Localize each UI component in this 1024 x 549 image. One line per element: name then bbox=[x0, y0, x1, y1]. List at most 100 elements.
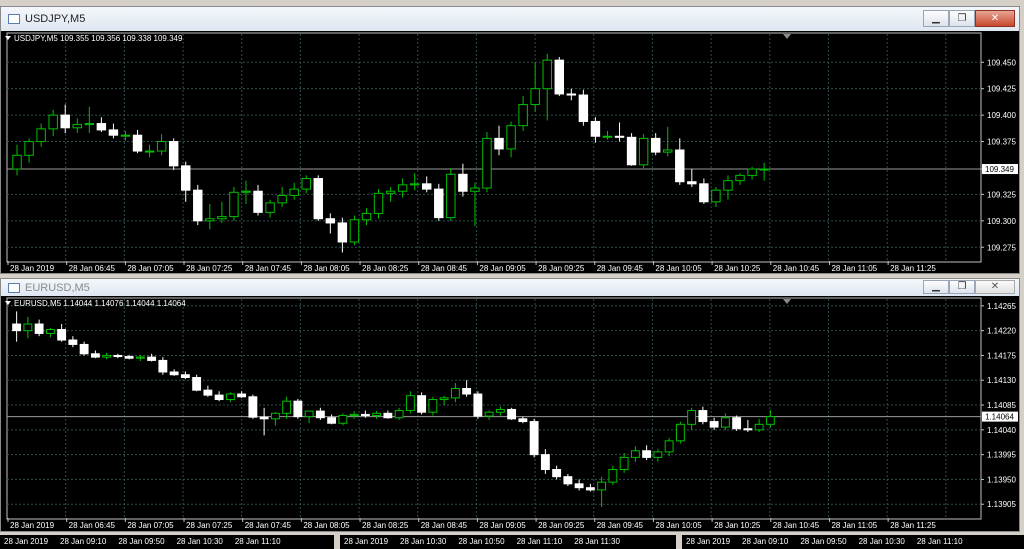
bull-candle-body bbox=[289, 188, 299, 196]
bull-candle-body bbox=[747, 168, 757, 176]
bull-candle-body bbox=[735, 174, 745, 182]
bull-candle-body bbox=[349, 413, 359, 417]
bear-candle-body bbox=[473, 393, 483, 417]
bull-candle-body bbox=[675, 423, 685, 442]
chart-window-eurusd[interactable]: EURUSD,M5 ▁ ❐ ✕ 1.14265 1.14220 1.14175 1.1… bbox=[0, 278, 1020, 532]
minimized-windows-bar: 28 Jan 2019 28 Jan 09:10 28 Jan 09:50 28 Ja… bbox=[0, 533, 1024, 549]
minimize-button[interactable]: ▁ bbox=[923, 10, 949, 27]
bear-candle-body bbox=[585, 487, 595, 491]
titlebar-usdjpy[interactable]: USDJPY,M5 ▁ ❐ ✕ bbox=[1, 7, 1019, 31]
x-tick-label: 28 Jan 10:45 bbox=[773, 264, 820, 273]
bear-candle-body bbox=[518, 418, 528, 423]
y-tick-label: 1.13950 bbox=[987, 475, 1016, 484]
bear-candle-body bbox=[687, 181, 697, 185]
x-tick-label: 28 Jan 09:25 bbox=[538, 264, 585, 273]
bull-candle-body bbox=[23, 323, 33, 332]
bull-candle-body bbox=[304, 410, 314, 418]
bull-candle-body bbox=[205, 218, 215, 222]
chart-header-quote: EURUSD,M5 1.14044 1.14076 1.14044 1.1406… bbox=[14, 299, 186, 308]
close-button[interactable]: ✕ bbox=[975, 280, 1015, 294]
bear-candle-body bbox=[79, 343, 89, 355]
restore-button[interactable]: ❐ bbox=[949, 10, 975, 27]
x-tick-label: 28 Jan 10:25 bbox=[714, 521, 761, 530]
bear-candle-body bbox=[203, 389, 213, 396]
bull-candle-body bbox=[270, 412, 280, 420]
bull-candle-body bbox=[653, 451, 663, 458]
bull-candle-body bbox=[723, 180, 733, 191]
y-tick-label: 1.14265 bbox=[987, 302, 1016, 311]
bull-candle-body bbox=[439, 397, 449, 401]
minimized-chart-tab-1[interactable]: 28 Jan 2019 28 Jan 09:10 28 Jan 09:50 28 Ja… bbox=[0, 535, 334, 549]
y-tick-label: 109.275 bbox=[987, 243, 1016, 252]
x-tick-label: 28 Jan 07:25 bbox=[186, 521, 233, 530]
bull-candle-body bbox=[428, 399, 438, 413]
bull-candle-body bbox=[619, 456, 629, 471]
bull-candle-body bbox=[495, 408, 505, 413]
bear-candle-body bbox=[360, 413, 370, 417]
x-tick-label: 28 Jan 11:25 bbox=[890, 264, 936, 273]
chart-window-icon bbox=[8, 282, 20, 293]
bull-candle-body bbox=[229, 191, 239, 218]
bear-candle-body bbox=[327, 417, 337, 424]
bull-candle-body bbox=[394, 410, 404, 419]
bear-candle-body bbox=[458, 173, 468, 192]
chart-area-eurusd[interactable]: 1.14265 1.14220 1.14175 1.14130 1.14085 1.140… bbox=[1, 296, 1019, 531]
bull-candle-body bbox=[754, 423, 764, 431]
tab-time-label: 28 Jan 2019 bbox=[686, 537, 731, 546]
bull-candle-body bbox=[36, 128, 46, 143]
bear-candle-body bbox=[422, 183, 432, 190]
bear-candle-body bbox=[68, 339, 78, 345]
x-tick-label: 28 Jan 09:45 bbox=[597, 264, 644, 273]
x-tick-label: 28 Jan 07:25 bbox=[186, 264, 233, 273]
bull-candle-body bbox=[241, 190, 251, 193]
bear-candle-body bbox=[169, 371, 179, 376]
bull-candle-body bbox=[385, 190, 396, 194]
bull-candle-body bbox=[542, 59, 552, 90]
x-tick-label: 28 Jan 08:45 bbox=[421, 521, 468, 530]
minimize-button[interactable]: ▁ bbox=[923, 280, 949, 294]
bear-candle-body bbox=[563, 476, 573, 485]
bull-candle-body bbox=[470, 187, 480, 192]
minimized-chart-tab-3[interactable]: 28 Jan 2019 28 Jan 09:10 28 Jan 09:50 28 Ja… bbox=[682, 535, 1024, 549]
usdjpy-candlestick-chart[interactable]: 109.450 109.425 109.400 109.375 109.349 109.3… bbox=[1, 31, 1019, 273]
x-tick-label: 28 Jan 08:25 bbox=[362, 521, 409, 530]
current-price-label: 109.349 bbox=[985, 165, 1014, 174]
chart-window-usdjpy[interactable]: USDJPY,M5 ▁ ❐ ✕ 109.450 109.425 109.400 109… bbox=[0, 6, 1020, 274]
y-tick-label: 1.14175 bbox=[987, 351, 1016, 360]
bull-candle-body bbox=[518, 104, 528, 127]
bear-candle-body bbox=[529, 421, 539, 456]
bear-candle-body bbox=[574, 483, 584, 489]
bull-candle-body bbox=[120, 134, 131, 137]
minimized-chart-tab-2[interactable]: 28 Jan 2019 28 Jan 10:30 28 Jan 10:50 28 Ja… bbox=[340, 535, 676, 549]
titlebar-eurusd[interactable]: EURUSD,M5 ▁ ❐ ✕ bbox=[1, 279, 1019, 296]
y-tick-label: 1.13995 bbox=[987, 451, 1016, 460]
close-button[interactable]: ✕ bbox=[975, 10, 1015, 27]
bull-candle-body bbox=[405, 395, 415, 412]
y-tick-label: 109.325 bbox=[987, 190, 1016, 199]
x-tick-label: 28 Jan 09:45 bbox=[597, 521, 644, 530]
bear-candle-body bbox=[248, 396, 258, 418]
x-tick-label: 28 Jan 08:45 bbox=[421, 264, 468, 273]
bull-candle-body bbox=[265, 202, 275, 213]
bull-candle-body bbox=[759, 168, 769, 171]
bull-candle-body bbox=[372, 412, 382, 417]
eurusd-candlestick-chart[interactable]: 1.14265 1.14220 1.14175 1.14130 1.14085 1.140… bbox=[1, 296, 1019, 531]
x-tick-label: 28 Jan 10:05 bbox=[655, 521, 702, 530]
bear-candle-body bbox=[507, 408, 517, 420]
bull-candle-body bbox=[597, 481, 607, 491]
x-tick-label: 28 Jan 11:05 bbox=[831, 521, 877, 530]
x-tick-label: 28 Jan 07:45 bbox=[245, 264, 292, 273]
chart-area-usdjpy[interactable]: 109.450 109.425 109.400 109.375 109.349 109.3… bbox=[1, 31, 1019, 273]
bull-candle-body bbox=[349, 219, 360, 243]
bull-candle-body bbox=[687, 410, 697, 425]
plot-frame bbox=[6, 32, 982, 263]
restore-button[interactable]: ❐ bbox=[949, 280, 975, 294]
bear-candle-body bbox=[540, 454, 550, 471]
bull-candle-body bbox=[711, 189, 721, 203]
bear-candle-body bbox=[180, 374, 190, 378]
tab-time-label: 28 Jan 2019 bbox=[344, 537, 389, 546]
bull-candle-body bbox=[450, 388, 460, 399]
bear-candle-body bbox=[181, 165, 191, 191]
tab-time-label: 28 Jan 11:10 bbox=[916, 537, 963, 546]
x-tick-label: 28 Jan 06:45 bbox=[69, 521, 116, 530]
